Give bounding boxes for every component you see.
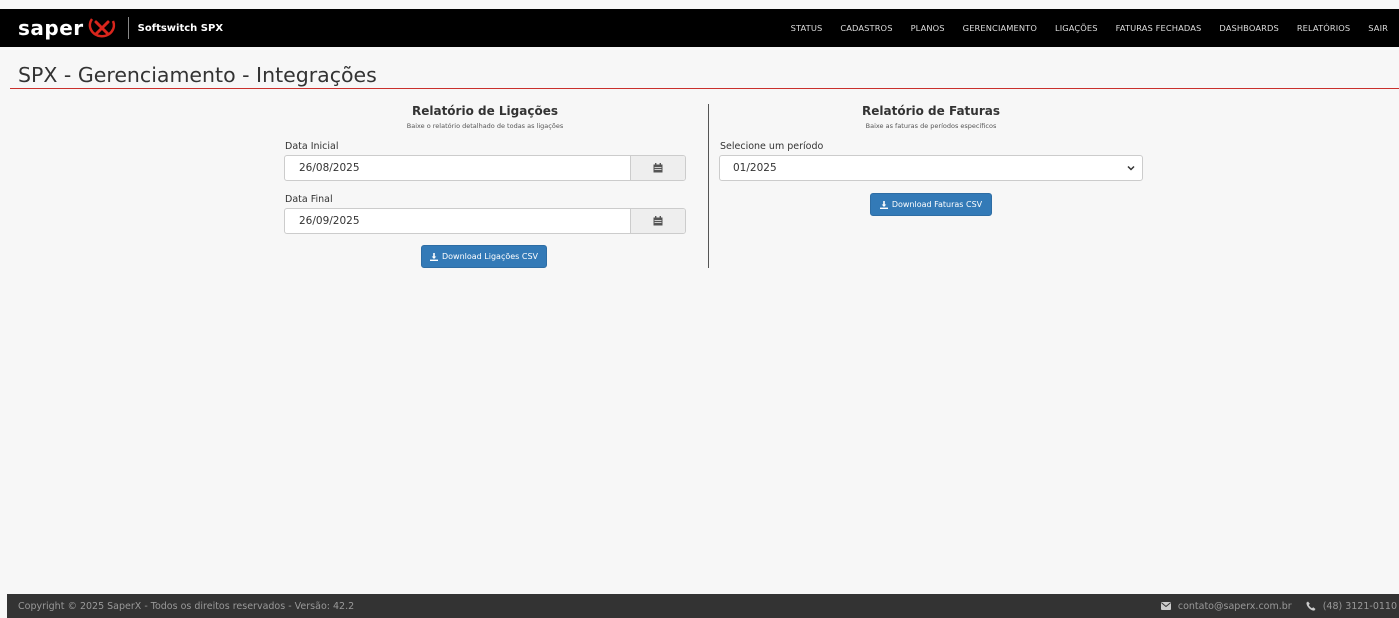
- download-ligacoes-button[interactable]: Download Ligações CSV: [421, 245, 547, 268]
- calendar-icon: [653, 216, 663, 226]
- download-icon: [879, 200, 888, 209]
- period-select-value: 01/2025: [733, 162, 777, 174]
- calendar-icon: [653, 163, 663, 173]
- nav-gerenciamento[interactable]: GERENCIAMENTO: [963, 23, 1037, 33]
- section-divider: [708, 104, 709, 268]
- start-date-input[interactable]: 26/08/2025: [285, 156, 630, 180]
- footer-email[interactable]: contato@saperx.com.br: [1160, 600, 1292, 612]
- brand[interactable]: saper Softswitch SPX: [18, 15, 223, 41]
- start-date-label: Data Inicial: [285, 141, 339, 152]
- nav-dashboards[interactable]: DASHBOARDS: [1219, 23, 1278, 33]
- brand-divider: [127, 17, 129, 39]
- download-ligacoes-label: Download Ligações CSV: [441, 252, 539, 261]
- nav-sair[interactable]: SAIR: [1368, 23, 1388, 33]
- title-underline: [10, 88, 1399, 89]
- end-date-calendar-button[interactable]: [630, 209, 685, 233]
- end-date-label: Data Final: [285, 194, 333, 205]
- start-date-group: 26/08/2025: [284, 155, 686, 181]
- nav-cadastros[interactable]: CADASTROS: [840, 23, 892, 33]
- footer: Copyright © 2025 SaperX - Todos os direi…: [7, 594, 1399, 618]
- period-select[interactable]: 01/2025: [719, 155, 1143, 181]
- download-faturas-button[interactable]: Download Faturas CSV: [870, 193, 992, 216]
- period-label: Selecione um período: [720, 141, 824, 152]
- nav-ligacoes[interactable]: LIGAÇÕES: [1055, 23, 1098, 33]
- end-date-group: 26/09/2025: [284, 208, 686, 234]
- top-navbar: saper Softswitch SPX STATUS CADASTROS PL…: [0, 9, 1399, 47]
- brand-x-logo-icon: [86, 15, 118, 41]
- brand-logo-text: saper: [18, 16, 84, 40]
- phone-icon: [1306, 601, 1316, 611]
- ligacoes-section-title: Relatório de Ligações: [411, 104, 558, 118]
- start-date-calendar-button[interactable]: [630, 156, 685, 180]
- footer-contacts: contato@saperx.com.br (48) 3121-0110: [1147, 601, 1397, 612]
- nav-relatorios[interactable]: RELATÓRIOS: [1297, 23, 1350, 33]
- page-title: SPX - Gerenciamento - Integrações: [18, 63, 377, 87]
- nav-faturas-fechadas[interactable]: FATURAS FECHADAS: [1116, 23, 1202, 33]
- footer-phone-text: (48) 3121-0110: [1322, 600, 1397, 612]
- chevron-down-icon: [1127, 165, 1135, 171]
- footer-copyright: Copyright © 2025 SaperX - Todos os direi…: [18, 600, 355, 612]
- faturas-section-title: Relatório de Faturas: [862, 104, 1000, 118]
- product-name: Softswitch SPX: [137, 22, 224, 34]
- envelope-icon: [1160, 602, 1171, 610]
- nav-planos[interactable]: PLANOS: [911, 23, 945, 33]
- footer-email-text: contato@saperx.com.br: [1177, 600, 1292, 612]
- ligacoes-section-subtitle: Baixe o relatório detalhado de todas as …: [406, 122, 564, 130]
- download-faturas-label: Download Faturas CSV: [891, 200, 983, 209]
- download-icon: [429, 252, 438, 261]
- nav-status[interactable]: STATUS: [791, 23, 823, 33]
- footer-phone[interactable]: (48) 3121-0110: [1306, 601, 1397, 612]
- main-nav: STATUS CADASTROS PLANOS GERENCIAMENTO LI…: [782, 9, 1399, 47]
- end-date-input[interactable]: 26/09/2025: [285, 209, 630, 233]
- faturas-section-subtitle: Baixe as faturas de períodos específicos: [865, 122, 997, 130]
